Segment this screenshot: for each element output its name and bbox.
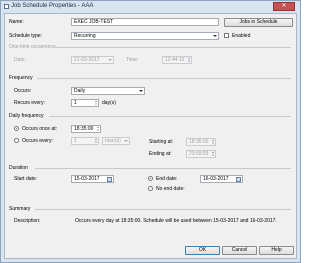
no-end-date-label: No end date: bbox=[156, 186, 185, 192]
starting-at-label: Starting at: bbox=[149, 139, 174, 145]
occurs-once-radio[interactable] bbox=[14, 126, 19, 131]
divider bbox=[35, 168, 291, 169]
app-icon bbox=[4, 4, 9, 9]
one-time-date-input[interactable]: 21-03-2017 bbox=[71, 56, 114, 64]
schedule-type-value: Recurring bbox=[74, 33, 96, 39]
occurs-every-radio[interactable] bbox=[14, 138, 19, 143]
schedule-type-select[interactable]: Recurring bbox=[71, 32, 219, 40]
one-time-date-value: 21-03-2017 bbox=[74, 57, 100, 63]
starting-at-value: 18:35:00 bbox=[189, 139, 209, 145]
spinner-icon: ▴ ▾ bbox=[97, 125, 99, 132]
one-time-time-input[interactable]: 12:44:15 ▴ ▾ bbox=[162, 56, 192, 64]
occurs-once-time-input[interactable]: 18:35:00 ▴ ▾ bbox=[71, 125, 101, 133]
end-date-value: 16-03-2017 bbox=[203, 176, 229, 182]
time-label: Time: bbox=[126, 57, 139, 63]
enabled-label: Enabled bbox=[232, 33, 251, 39]
occurs-every-unit-select[interactable]: hour(s) bbox=[102, 137, 130, 145]
ending-at-input[interactable]: 23:59:59 ▴ ▾ bbox=[186, 150, 216, 158]
one-time-header: One-time occurrence bbox=[9, 44, 56, 50]
cancel-button[interactable]: Cancel bbox=[222, 246, 257, 255]
spinner-icon: ▴ ▾ bbox=[188, 56, 190, 63]
daily-frequency-header: Daily frequency bbox=[9, 113, 44, 119]
chevron-down-icon bbox=[213, 35, 217, 37]
occurs-once-time-value: 18:35:00 bbox=[74, 126, 94, 132]
recurs-every-label: Recurs every: bbox=[14, 100, 45, 106]
calendar-icon[interactable] bbox=[236, 177, 241, 182]
occurs-label: Occurs: bbox=[14, 88, 32, 94]
occurs-select[interactable]: Daily bbox=[71, 87, 145, 95]
no-end-date-radio[interactable] bbox=[148, 186, 153, 191]
spinner-icon: ▴ ▾ bbox=[212, 138, 214, 145]
chevron-down-icon bbox=[139, 90, 143, 92]
starting-at-input[interactable]: 18:35:00 ▴ ▾ bbox=[186, 138, 216, 146]
frequency-header: Frequency bbox=[9, 75, 33, 81]
occurs-every-unit-value: hour(s) bbox=[105, 138, 121, 144]
chevron-down-icon bbox=[124, 140, 128, 142]
date-label: Date: bbox=[14, 57, 26, 63]
occurs-every-value: 1 bbox=[74, 138, 77, 144]
duration-header: Duration bbox=[9, 165, 28, 171]
name-label: Name: bbox=[9, 19, 24, 25]
recurs-every-input[interactable]: 1 ▴ ▾ bbox=[71, 99, 99, 107]
start-date-label: Start date: bbox=[14, 176, 38, 182]
ending-at-label: Ending at: bbox=[149, 151, 172, 157]
window-title: Job Schedule Properties - AAA bbox=[11, 3, 94, 9]
end-date-radio[interactable] bbox=[148, 176, 153, 181]
spinner-icon: ▴ ▾ bbox=[95, 99, 97, 106]
recurs-unit-label: day(s) bbox=[102, 100, 116, 106]
spinner-icon: ▴ ▾ bbox=[212, 150, 214, 157]
divider bbox=[55, 47, 291, 48]
summary-header: Summary bbox=[9, 206, 31, 212]
calendar-icon[interactable] bbox=[107, 177, 112, 182]
description-label: Description: bbox=[14, 218, 41, 224]
occurs-once-label: Occurs once at: bbox=[22, 126, 58, 132]
divider bbox=[35, 209, 291, 210]
dialog-body: Name: EXEC JOB-TEST Jobs in Schedule Sch… bbox=[4, 13, 297, 259]
spinner-icon: ▴ ▾ bbox=[95, 137, 97, 144]
close-icon: ✕ bbox=[281, 3, 287, 9]
description-text: Occurs every day at 18:35:00. Schedule w… bbox=[75, 218, 277, 224]
ending-at-value: 23:59:59 bbox=[189, 151, 209, 157]
occurs-value: Daily bbox=[74, 88, 86, 94]
one-time-time-value: 12:44:15 bbox=[165, 57, 185, 63]
start-date-value: 15-03-2017 bbox=[74, 176, 100, 182]
schedule-type-label: Schedule type: bbox=[9, 33, 43, 39]
divider bbox=[49, 116, 291, 117]
name-input[interactable]: EXEC JOB-TEST bbox=[71, 18, 219, 26]
occurs-every-input[interactable]: 1 ▴ ▾ bbox=[71, 137, 99, 145]
jobs-in-schedule-button[interactable]: Jobs in Schedule bbox=[224, 18, 293, 27]
start-date-input[interactable]: 15-03-2017 bbox=[71, 175, 114, 183]
close-button[interactable]: ✕ bbox=[273, 2, 295, 11]
ok-button[interactable]: OK bbox=[185, 246, 220, 255]
dialog-window: Job Schedule Properties - AAA ✕ Name: EX… bbox=[0, 0, 301, 263]
end-date-input[interactable]: 16-03-2017 bbox=[200, 175, 243, 183]
help-button[interactable]: Help bbox=[259, 246, 294, 255]
divider bbox=[37, 78, 291, 79]
enabled-checkbox[interactable] bbox=[224, 33, 229, 38]
occurs-every-label: Occurs every: bbox=[22, 138, 53, 144]
chevron-down-icon bbox=[108, 59, 112, 61]
end-date-label: End date: bbox=[156, 176, 178, 182]
title-bar[interactable]: Job Schedule Properties - AAA ✕ bbox=[1, 1, 300, 12]
recurs-every-value: 1 bbox=[74, 100, 77, 106]
